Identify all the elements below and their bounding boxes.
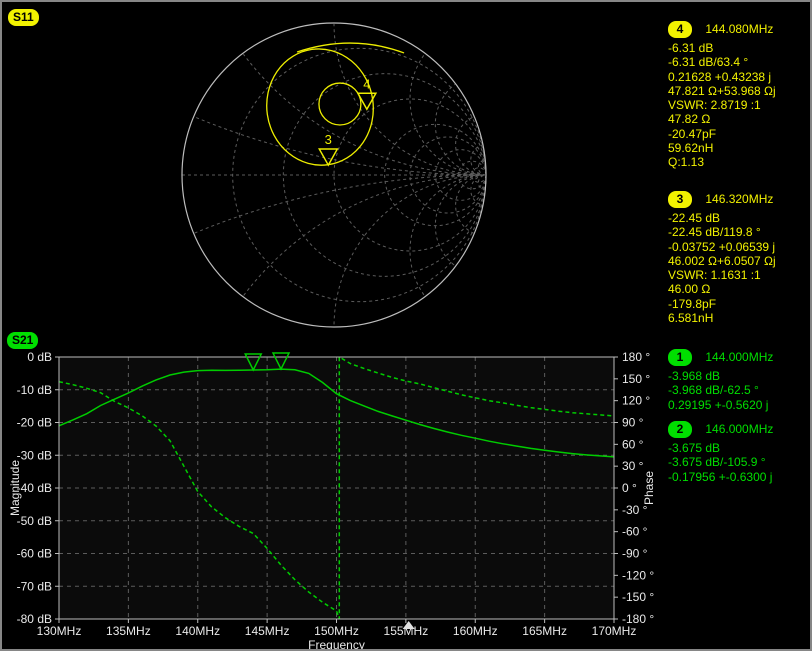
right-axis-tick-label: 0 ° bbox=[622, 481, 637, 495]
x-axis-tick-label: 165MHz bbox=[522, 624, 567, 638]
marker-3-readout: 3 146.320MHz -22.45 dB -22.45 dB/119.8 °… bbox=[668, 190, 812, 325]
smith-marker-label-4: 4 bbox=[363, 76, 370, 91]
right-axis-tick-label: 90 ° bbox=[622, 416, 644, 430]
marker-readout-line: -20.47pF bbox=[668, 127, 812, 141]
marker-4-header: 4 144.080MHz bbox=[668, 20, 812, 38]
vna-app-window: S11 S21 430 dB-10 dB-20 dB-30 dB-40 dB-5… bbox=[0, 0, 812, 651]
marker-1-frequency: 144.000MHz bbox=[705, 350, 773, 364]
marker-readout-line: 46.002 Ω+6.0507 Ωj bbox=[668, 254, 812, 268]
marker-readout-line: -3.968 dB/-62.5 ° bbox=[668, 383, 812, 397]
x-axis-tick-label: 150MHz bbox=[314, 624, 359, 638]
marker-4-readout: 4 144.080MHz -6.31 dB -6.31 dB/63.4 ° 0.… bbox=[668, 20, 812, 170]
marker-readout-line: 6.581nH bbox=[668, 311, 812, 325]
marker-readout-line: 46.00 Ω bbox=[668, 282, 812, 296]
right-axis-tick-label: -60 ° bbox=[622, 525, 648, 539]
right-axis-tick-label: 180 ° bbox=[622, 350, 650, 364]
marker-readout-line: 0.21628 +0.43238 j bbox=[668, 70, 812, 84]
marker-readout-line: -22.45 dB/119.8 ° bbox=[668, 225, 812, 239]
x-axis-tick-label: 130MHz bbox=[37, 624, 82, 638]
marker-3-header: 3 146.320MHz bbox=[668, 190, 812, 208]
marker-readout-line: -3.968 dB bbox=[668, 369, 812, 383]
smith-marker-label-3: 3 bbox=[325, 132, 332, 147]
left-axis-tick-label: -20 dB bbox=[17, 416, 52, 430]
marker-4-frequency: 144.080MHz bbox=[705, 22, 773, 36]
x-axis-tick-label: 170MHz bbox=[592, 624, 637, 638]
x-axis-tick-label: 135MHz bbox=[106, 624, 151, 638]
marker-3-frequency: 146.320MHz bbox=[705, 192, 773, 206]
marker-1-badge[interactable]: 1 bbox=[668, 349, 692, 366]
marker-readout-line: -3.675 dB bbox=[668, 441, 812, 455]
x-axis-tick-label: 160MHz bbox=[453, 624, 498, 638]
marker-readout-line: 59.62nH bbox=[668, 141, 812, 155]
right-axis-tick-label: -150 ° bbox=[622, 590, 654, 604]
s21-trace-badge[interactable]: S21 bbox=[7, 332, 38, 349]
marker-readout-line: -0.03752 +0.06539 j bbox=[668, 240, 812, 254]
x-axis-title: Frequency bbox=[308, 638, 365, 651]
marker-readout-line: -0.17956 +-0.6300 j bbox=[668, 470, 812, 484]
marker-readout-line: Q:1.13 bbox=[668, 155, 812, 169]
s11-trace-badge[interactable]: S11 bbox=[8, 9, 39, 26]
x-axis-tick-label: 145MHz bbox=[245, 624, 290, 638]
right-axis-tick-label: -120 ° bbox=[622, 568, 654, 582]
marker-2-badge[interactable]: 2 bbox=[668, 421, 692, 438]
smith-marker-3[interactable] bbox=[319, 149, 337, 165]
marker-readout-line: -179.8pF bbox=[668, 297, 812, 311]
s11-trace bbox=[259, 42, 404, 172]
right-axis-tick-label: 30 ° bbox=[622, 459, 644, 473]
right-axis-tick-label: 150 ° bbox=[622, 372, 650, 386]
marker-readout-line: -22.45 dB bbox=[668, 211, 812, 225]
left-axis-tick-label: -70 dB bbox=[17, 579, 52, 593]
right-axis-tick-label: -90 ° bbox=[622, 547, 648, 561]
marker-readout-line: 47.821 Ω+53.968 Ωj bbox=[668, 84, 812, 98]
marker-2-frequency: 146.000MHz bbox=[705, 422, 773, 436]
marker-1-readout: 1 144.000MHz -3.968 dB -3.968 dB/-62.5 °… bbox=[668, 348, 812, 412]
marker-readout-line: -6.31 dB/63.4 ° bbox=[668, 55, 812, 69]
left-axis-tick-label: -60 dB bbox=[17, 547, 52, 561]
right-axis-tick-label: 120 ° bbox=[622, 394, 650, 408]
left-axis-title: Magnitude bbox=[8, 460, 22, 516]
marker-2-readout: 2 146.000MHz -3.675 dB -3.675 dB/-105.9 … bbox=[668, 420, 812, 484]
marker-readout-line: -6.31 dB bbox=[668, 41, 812, 55]
marker-4-badge[interactable]: 4 bbox=[668, 21, 692, 38]
marker-readout-line: VSWR: 2.8719 :1 bbox=[668, 98, 812, 112]
marker-1-header: 1 144.000MHz bbox=[668, 348, 812, 366]
left-axis-tick-label: -10 dB bbox=[17, 383, 52, 397]
x-axis-tick-label: 140MHz bbox=[175, 624, 220, 638]
left-axis-tick-label: 0 dB bbox=[27, 350, 52, 364]
right-axis-title: Phase bbox=[642, 471, 656, 505]
marker-3-badge[interactable]: 3 bbox=[668, 191, 692, 208]
marker-readout-panel: 4 144.080MHz -6.31 dB -6.31 dB/63.4 ° 0.… bbox=[668, 2, 812, 649]
right-axis-tick-label: 60 ° bbox=[622, 437, 644, 451]
marker-2-header: 2 146.000MHz bbox=[668, 420, 812, 438]
marker-readout-line: -3.675 dB/-105.9 ° bbox=[668, 455, 812, 469]
marker-readout-line: 47.82 Ω bbox=[668, 112, 812, 126]
marker-readout-line: VSWR: 1.1631 :1 bbox=[668, 268, 812, 282]
marker-readout-line: 0.29195 +-0.5620 j bbox=[668, 398, 812, 412]
